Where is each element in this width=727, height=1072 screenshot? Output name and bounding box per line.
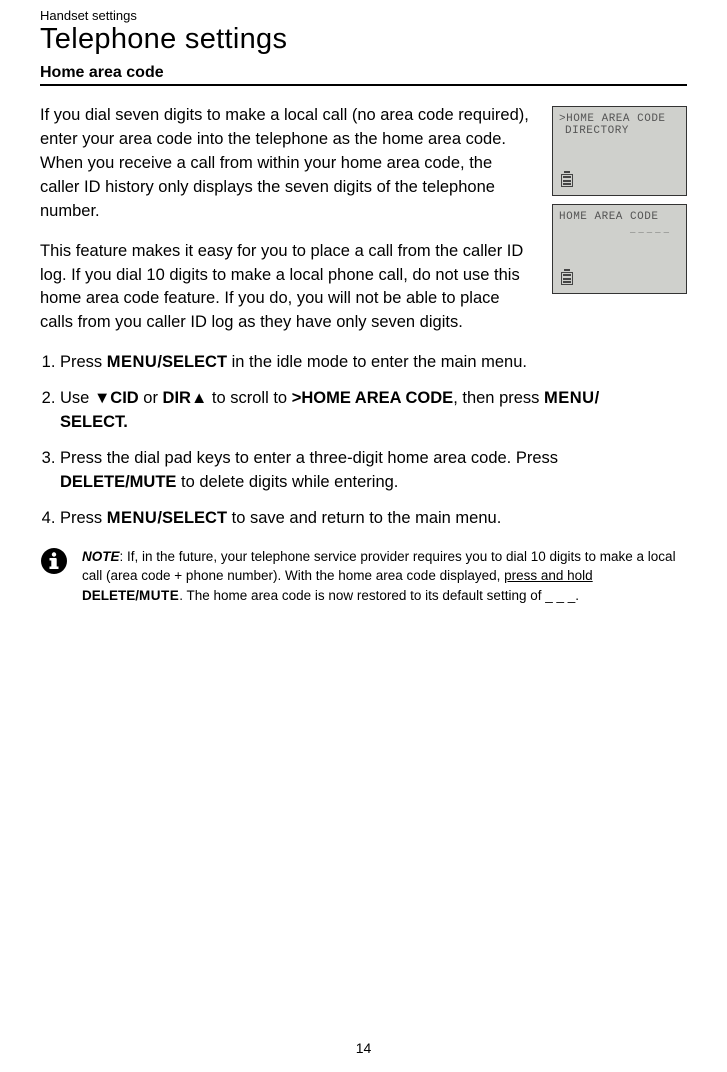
note-text: NOTE: If, in the future, your telephone …	[82, 547, 687, 606]
text: to scroll to	[207, 389, 291, 407]
lcd-previews: >HOME AREA CODE DIRECTORY HOME AREA CODE…	[552, 106, 687, 294]
text: to save and return to the main menu.	[227, 509, 501, 527]
text: to delete digits while entering.	[176, 473, 398, 491]
menu-target: >HOME AREA CODE	[292, 389, 454, 407]
text: Press	[60, 353, 107, 371]
lcd-entry-line: _____	[559, 225, 680, 235]
section-heading: Home area code	[40, 64, 164, 81]
lcd-screen-menu: >HOME AREA CODE DIRECTORY	[552, 106, 687, 196]
breadcrumb: Handset settings	[40, 8, 687, 23]
page-title: Telephone settings	[40, 23, 687, 56]
paragraph-2: This feature makes it easy for you to pl…	[40, 240, 534, 336]
down-arrow-icon: ▼	[94, 389, 110, 407]
key-delete-mute: DELETE/MUTE	[60, 473, 176, 491]
key-mute: MUTE	[139, 588, 179, 603]
step-3: Press the dial pad keys to enter a three…	[60, 447, 687, 495]
key-select: /SELECT	[157, 353, 227, 371]
paragraph-1: If you dial seven digits to make a local…	[40, 104, 534, 224]
step-4: Press MENU/SELECT to save and return to …	[60, 507, 687, 531]
underlined-text: press and hold	[504, 568, 593, 583]
text: Press	[60, 509, 107, 527]
info-icon	[40, 547, 68, 575]
text: , then press	[453, 389, 544, 407]
step-1: Press MENU/SELECT in the idle mode to en…	[60, 351, 687, 375]
text: in the idle mode to enter the main menu.	[227, 353, 527, 371]
slash: /	[595, 389, 600, 407]
lcd-screen-entry: HOME AREA CODE _____	[552, 204, 687, 294]
text: Press the dial pad keys to enter a three…	[60, 449, 558, 467]
key-dir: DIR	[163, 389, 191, 407]
key-cid: CID	[110, 389, 138, 407]
page-number: 14	[0, 1040, 727, 1056]
key-menu: MENU	[544, 389, 595, 407]
lcd-line-2: DIRECTORY	[559, 125, 680, 137]
lcd-line-1: HOME AREA CODE	[559, 211, 680, 223]
up-arrow-icon: ▲	[191, 389, 207, 407]
note-label: NOTE	[82, 549, 120, 564]
key-select: SELECT.	[60, 413, 128, 431]
text: . The home area code is now restored to …	[179, 588, 579, 603]
lcd-line-1: >HOME AREA CODE	[559, 113, 680, 125]
note-block: NOTE: If, in the future, your telephone …	[40, 547, 687, 606]
key-select: /SELECT	[157, 509, 227, 527]
steps-list: Press MENU/SELECT in the idle mode to en…	[40, 351, 687, 531]
key-menu: MENU	[107, 509, 158, 527]
step-2: Use ▼CID or DIR▲ to scroll to >HOME AREA…	[60, 387, 687, 435]
battery-icon	[561, 269, 573, 285]
body-copy: If you dial seven digits to make a local…	[40, 104, 534, 351]
battery-icon	[561, 171, 573, 187]
text: Use	[60, 389, 94, 407]
key-delete: DELETE/	[82, 588, 139, 603]
key-menu: MENU	[107, 353, 158, 371]
text: or	[139, 389, 163, 407]
